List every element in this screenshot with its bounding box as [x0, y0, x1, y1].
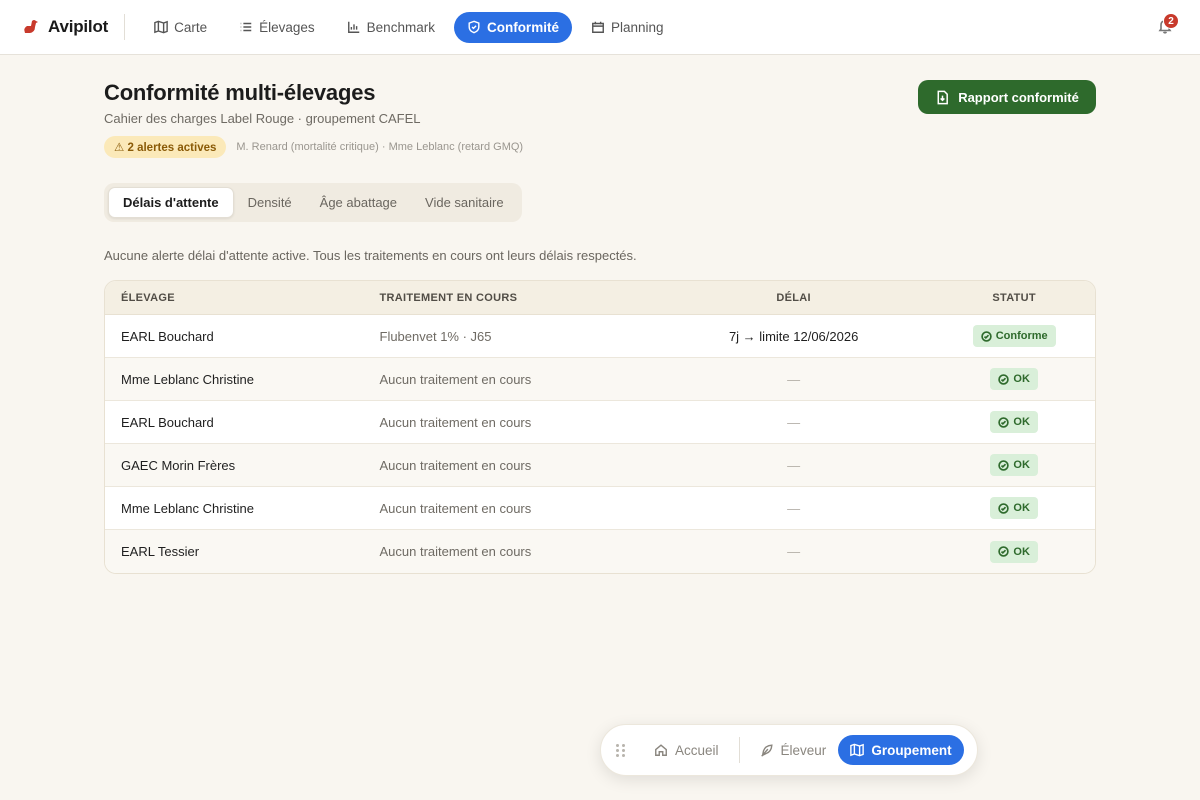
bottom-nav-accueil[interactable]: Accueil — [642, 735, 731, 765]
table-header: ÉLEVAGE TRAITEMENT EN COURS DÉLAI STATUT — [105, 281, 1095, 315]
check-circle-icon — [998, 546, 1010, 557]
tab-densite[interactable]: Densité — [234, 187, 306, 218]
treatment: Flubenvet 1% · J65 — [379, 328, 492, 344]
status-label: OK — [1013, 373, 1030, 385]
elevage-name: Mme Leblanc Christine — [121, 500, 254, 516]
status-badge: OK — [990, 454, 1038, 476]
status-badge: OK — [990, 368, 1038, 390]
compliance-table: ÉLEVAGE TRAITEMENT EN COURS DÉLAI STATUT… — [104, 280, 1096, 574]
check-circle-icon — [980, 330, 992, 342]
elevage-name: EARL Tessier — [121, 544, 200, 559]
table-row[interactable]: GAEC Morin Frères Aucun traitement en co… — [105, 444, 1095, 487]
nav-item-planning[interactable]: Planning — [578, 12, 677, 43]
calendar-icon — [592, 21, 604, 33]
nav-item-conformite[interactable]: Conformité — [453, 11, 572, 43]
elevage-name: Mme Leblanc Christine — [121, 371, 254, 387]
map-icon — [154, 20, 168, 34]
bottom-nav-groupement[interactable]: Groupement — [838, 735, 964, 765]
status-badge: Conforme — [972, 325, 1056, 347]
column-header-elevage[interactable]: ÉLEVAGE — [105, 292, 364, 304]
report-button-label: Rapport conformité — [958, 89, 1079, 105]
compliance-report-button[interactable]: Rapport conformité — [918, 80, 1096, 114]
column-header-delai[interactable]: DÉLAI — [654, 292, 933, 304]
active-alerts-badge[interactable]: ⚠ 2 alertes actives — [104, 136, 227, 158]
main-nav: Carte Élevages Benchmark Conformité Plan… — [141, 11, 677, 43]
divider — [124, 14, 126, 40]
tab-vide-sanitaire[interactable]: Vide sanitaire — [411, 187, 518, 218]
column-header-statut[interactable]: STATUT — [933, 292, 1095, 304]
table-row[interactable]: EARL Bouchard Flubenvet 1% · J65 7j → li… — [105, 315, 1095, 358]
treatment: Aucun traitement en cours — [379, 414, 532, 430]
check-circle-icon — [998, 502, 1010, 514]
home-icon — [655, 744, 667, 756]
column-header-traitement[interactable]: TRAITEMENT EN COURS — [364, 292, 654, 304]
delay: — — [787, 544, 801, 559]
elevage-name: GAEC Morin Frères — [121, 457, 236, 473]
tab-delais-attente[interactable]: Délais d'attente — [108, 187, 234, 218]
page-subtitle: Cahier des charges Label Rouge · groupem… — [104, 111, 421, 126]
bar-chart-icon — [347, 21, 359, 33]
brand[interactable]: Avipilot — [22, 17, 108, 37]
nav-item-benchmark[interactable]: Benchmark — [334, 12, 448, 43]
page-title: Conformité multi-élevages — [104, 80, 376, 105]
table-row[interactable]: EARL Tessier Aucun traitement en cours —… — [105, 530, 1095, 573]
bottom-nav-label: Accueil — [675, 742, 719, 758]
avipilot-logo-icon — [24, 20, 38, 33]
check-circle-icon — [998, 459, 1010, 471]
treatment: Aucun traitement en cours — [379, 457, 532, 473]
brand-name: Avipilot — [48, 17, 109, 36]
delay: — — [787, 457, 801, 473]
treatment: Aucun traitement en cours — [379, 544, 532, 559]
table-row[interactable]: Mme Leblanc Christine Aucun traitement e… — [105, 358, 1095, 401]
nav-item-label: Benchmark — [366, 19, 435, 35]
alert-detail-text: M. Renard (mortalité critique) · Mme Leb… — [236, 141, 524, 153]
info-message: Aucune alerte délai d'attente active. To… — [104, 248, 637, 263]
status-label: OK — [1013, 459, 1030, 471]
table-row[interactable]: Mme Leblanc Christine Aucun traitement e… — [105, 487, 1095, 530]
status-label: OK — [1013, 416, 1030, 428]
nav-item-label: Planning — [610, 19, 664, 35]
alert-row: ⚠ 2 alertes actives M. Renard (mortalité… — [104, 136, 523, 158]
delay: 7j → limite 12/06/2026 — [728, 328, 859, 344]
delay: — — [787, 371, 801, 387]
notification-count-badge: 2 — [1163, 13, 1179, 29]
tab-age-abattage[interactable]: Âge abattage — [306, 187, 411, 218]
top-navigation-bar: Avipilot Carte Élevages Benchmark Confor… — [0, 0, 1200, 55]
status-badge: OK — [990, 497, 1038, 519]
elevage-name: EARL Bouchard — [121, 328, 214, 344]
drag-handle-icon[interactable] — [616, 743, 628, 757]
bottom-role-switcher: Accueil Éleveur Groupement — [600, 724, 978, 776]
bottom-nav-label: Groupement — [871, 742, 952, 758]
compliance-tabs: Délais d'attente Densité Âge abattage Vi… — [104, 183, 522, 222]
nav-item-elevages[interactable]: Élevages — [226, 12, 328, 43]
bottom-nav-label: Éleveur — [780, 742, 827, 758]
status-badge: OK — [990, 540, 1038, 563]
treatment: Aucun traitement en cours — [379, 371, 532, 387]
status-label: OK — [1013, 502, 1030, 514]
status-label: OK — [1013, 545, 1030, 558]
nav-item-label: Élevages — [259, 19, 315, 35]
treatment: Aucun traitement en cours — [379, 500, 532, 516]
nav-item-carte[interactable]: Carte — [141, 12, 220, 43]
delay: — — [787, 414, 801, 430]
status-badge: OK — [990, 411, 1038, 433]
map-icon — [850, 743, 865, 757]
delay: — — [787, 500, 801, 516]
check-circle-icon — [998, 373, 1010, 385]
shield-icon — [468, 20, 480, 34]
list-icon — [240, 22, 252, 32]
table-row[interactable]: EARL Bouchard Aucun traitement en cours … — [105, 401, 1095, 444]
status-label: Conforme — [995, 330, 1048, 342]
feather-icon — [760, 744, 773, 757]
check-circle-icon — [998, 416, 1010, 428]
nav-item-label: Carte — [174, 19, 208, 35]
nav-item-label: Conformité — [486, 19, 559, 35]
bottom-nav-eleveur[interactable]: Éleveur — [748, 735, 839, 765]
elevage-name: EARL Bouchard — [121, 414, 214, 430]
notifications-button[interactable]: 2 — [1157, 13, 1179, 36]
divider — [738, 737, 740, 763]
file-download-icon — [937, 90, 949, 104]
